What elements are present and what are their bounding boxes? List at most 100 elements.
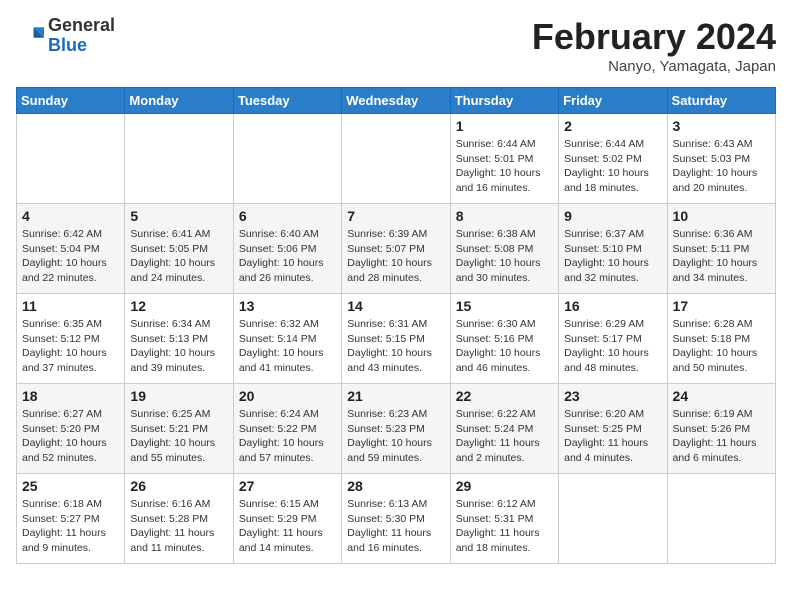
logo-text: General Blue xyxy=(48,16,115,56)
calendar-cell: 21Sunrise: 6:23 AM Sunset: 5:23 PM Dayli… xyxy=(342,384,450,474)
day-number: 6 xyxy=(239,208,336,224)
day-number: 26 xyxy=(130,478,227,494)
day-info: Sunrise: 6:42 AM Sunset: 5:04 PM Dayligh… xyxy=(22,227,119,286)
weekday-header-monday: Monday xyxy=(125,88,233,114)
day-info: Sunrise: 6:34 AM Sunset: 5:13 PM Dayligh… xyxy=(130,317,227,376)
calendar-cell: 5 Sunrise: 6:41 AM Sunset: 5:05 PM Daylig… xyxy=(125,204,233,294)
day-number: 5 xyxy=(130,208,227,224)
day-number: 11 xyxy=(22,298,119,314)
calendar-cell: 9 Sunrise: 6:37 AM Sunset: 5:10 PM Daylig… xyxy=(559,204,667,294)
day-number: 23 xyxy=(564,388,661,404)
day-info: Sunrise: 6:39 AM Sunset: 5:07 PM Dayligh… xyxy=(347,227,444,286)
logo: General Blue xyxy=(16,16,115,56)
day-info: Sunrise: 6:41 AM Sunset: 5:05 PM Dayligh… xyxy=(130,227,227,286)
calendar-week-3: 18Sunrise: 6:27 AM Sunset: 5:20 PM Dayli… xyxy=(17,384,776,474)
day-info: Sunrise: 6:37 AM Sunset: 5:10 PM Dayligh… xyxy=(564,227,661,286)
day-info: Sunrise: 6:22 AM Sunset: 5:24 PM Dayligh… xyxy=(456,407,553,466)
day-number: 8 xyxy=(456,208,553,224)
month-title: February 2024 xyxy=(532,16,776,58)
day-info: Sunrise: 6:28 AM Sunset: 5:18 PM Dayligh… xyxy=(673,317,770,376)
day-info: Sunrise: 6:20 AM Sunset: 5:25 PM Dayligh… xyxy=(564,407,661,466)
weekday-header-thursday: Thursday xyxy=(450,88,558,114)
day-info: Sunrise: 6:38 AM Sunset: 5:08 PM Dayligh… xyxy=(456,227,553,286)
calendar-week-2: 11 Sunrise: 6:35 AM Sunset: 5:12 PM Dayli… xyxy=(17,294,776,384)
calendar-cell xyxy=(559,474,667,564)
calendar-cell xyxy=(342,114,450,204)
calendar-cell: 3Sunrise: 6:43 AM Sunset: 5:03 PM Daylig… xyxy=(667,114,775,204)
day-number: 15 xyxy=(456,298,553,314)
day-number: 12 xyxy=(130,298,227,314)
calendar-cell: 20 Sunrise: 6:24 AM Sunset: 5:22 PM Dayli… xyxy=(233,384,341,474)
weekday-header-friday: Friday xyxy=(559,88,667,114)
day-info: Sunrise: 6:18 AM Sunset: 5:27 PM Dayligh… xyxy=(22,497,119,556)
day-info: Sunrise: 6:43 AM Sunset: 5:03 PM Dayligh… xyxy=(673,137,770,196)
day-info: Sunrise: 6:31 AM Sunset: 5:15 PM Dayligh… xyxy=(347,317,444,376)
calendar-cell: 8 Sunrise: 6:38 AM Sunset: 5:08 PM Daylig… xyxy=(450,204,558,294)
page-header: General Blue February 2024 Nanyo, Yamaga… xyxy=(16,16,776,75)
day-number: 13 xyxy=(239,298,336,314)
day-number: 7 xyxy=(347,208,444,224)
day-number: 16 xyxy=(564,298,661,314)
day-info: Sunrise: 6:30 AM Sunset: 5:16 PM Dayligh… xyxy=(456,317,553,376)
calendar-cell: 16 Sunrise: 6:29 AM Sunset: 5:17 PM Dayli… xyxy=(559,294,667,384)
day-number: 25 xyxy=(22,478,119,494)
calendar-cell: 22 Sunrise: 6:22 AM Sunset: 5:24 PM Dayli… xyxy=(450,384,558,474)
day-info: Sunrise: 6:25 AM Sunset: 5:21 PM Dayligh… xyxy=(130,407,227,466)
day-info: Sunrise: 6:44 AM Sunset: 5:01 PM Dayligh… xyxy=(456,137,553,196)
calendar-cell: 13Sunrise: 6:32 AM Sunset: 5:14 PM Dayli… xyxy=(233,294,341,384)
weekday-header-row: SundayMondayTuesdayWednesdayThursdayFrid… xyxy=(17,88,776,114)
calendar-cell xyxy=(667,474,775,564)
calendar-week-4: 25 Sunrise: 6:18 AM Sunset: 5:27 PM Dayli… xyxy=(17,474,776,564)
calendar-cell: 24Sunrise: 6:19 AM Sunset: 5:26 PM Dayli… xyxy=(667,384,775,474)
calendar-cell: 15 Sunrise: 6:30 AM Sunset: 5:16 PM Dayli… xyxy=(450,294,558,384)
day-info: Sunrise: 6:16 AM Sunset: 5:28 PM Dayligh… xyxy=(130,497,227,556)
calendar-cell: 11 Sunrise: 6:35 AM Sunset: 5:12 PM Dayli… xyxy=(17,294,125,384)
day-number: 24 xyxy=(673,388,770,404)
day-number: 9 xyxy=(564,208,661,224)
weekday-header-saturday: Saturday xyxy=(667,88,775,114)
calendar-cell: 25 Sunrise: 6:18 AM Sunset: 5:27 PM Dayli… xyxy=(17,474,125,564)
logo-general: General xyxy=(48,15,115,35)
location-subtitle: Nanyo, Yamagata, Japan xyxy=(532,58,776,75)
logo-icon xyxy=(16,22,44,50)
weekday-header-wednesday: Wednesday xyxy=(342,88,450,114)
calendar-cell: 29 Sunrise: 6:12 AM Sunset: 5:31 PM Dayli… xyxy=(450,474,558,564)
day-info: Sunrise: 6:13 AM Sunset: 5:30 PM Dayligh… xyxy=(347,497,444,556)
day-number: 1 xyxy=(456,118,553,134)
calendar-cell: 2 Sunrise: 6:44 AM Sunset: 5:02 PM Daylig… xyxy=(559,114,667,204)
day-info: Sunrise: 6:15 AM Sunset: 5:29 PM Dayligh… xyxy=(239,497,336,556)
day-info: Sunrise: 6:27 AM Sunset: 5:20 PM Dayligh… xyxy=(22,407,119,466)
calendar-cell: 28 Sunrise: 6:13 AM Sunset: 5:30 PM Dayli… xyxy=(342,474,450,564)
calendar-cell: 26 Sunrise: 6:16 AM Sunset: 5:28 PM Dayli… xyxy=(125,474,233,564)
day-number: 27 xyxy=(239,478,336,494)
calendar-cell xyxy=(233,114,341,204)
calendar-cell: 17 Sunrise: 6:28 AM Sunset: 5:18 PM Dayli… xyxy=(667,294,775,384)
day-number: 10 xyxy=(673,208,770,224)
day-number: 4 xyxy=(22,208,119,224)
day-info: Sunrise: 6:23 AM Sunset: 5:23 PM Dayligh… xyxy=(347,407,444,466)
weekday-header-sunday: Sunday xyxy=(17,88,125,114)
day-info: Sunrise: 6:44 AM Sunset: 5:02 PM Dayligh… xyxy=(564,137,661,196)
calendar-cell: 6Sunrise: 6:40 AM Sunset: 5:06 PM Daylig… xyxy=(233,204,341,294)
day-info: Sunrise: 6:29 AM Sunset: 5:17 PM Dayligh… xyxy=(564,317,661,376)
day-number: 28 xyxy=(347,478,444,494)
title-block: February 2024 Nanyo, Yamagata, Japan xyxy=(532,16,776,75)
calendar-table: SundayMondayTuesdayWednesdayThursdayFrid… xyxy=(16,87,776,564)
calendar-cell: 19Sunrise: 6:25 AM Sunset: 5:21 PM Dayli… xyxy=(125,384,233,474)
calendar-cell: 18Sunrise: 6:27 AM Sunset: 5:20 PM Dayli… xyxy=(17,384,125,474)
day-number: 29 xyxy=(456,478,553,494)
day-number: 20 xyxy=(239,388,336,404)
logo-blue: Blue xyxy=(48,35,87,55)
weekday-header-tuesday: Tuesday xyxy=(233,88,341,114)
calendar-cell: 14 Sunrise: 6:31 AM Sunset: 5:15 PM Dayli… xyxy=(342,294,450,384)
calendar-week-0: 1 Sunrise: 6:44 AM Sunset: 5:01 PM Daylig… xyxy=(17,114,776,204)
day-number: 17 xyxy=(673,298,770,314)
calendar-cell: 1 Sunrise: 6:44 AM Sunset: 5:01 PM Daylig… xyxy=(450,114,558,204)
calendar-cell: 27 Sunrise: 6:15 AM Sunset: 5:29 PM Dayli… xyxy=(233,474,341,564)
day-info: Sunrise: 6:35 AM Sunset: 5:12 PM Dayligh… xyxy=(22,317,119,376)
day-number: 14 xyxy=(347,298,444,314)
day-number: 22 xyxy=(456,388,553,404)
day-number: 2 xyxy=(564,118,661,134)
day-info: Sunrise: 6:24 AM Sunset: 5:22 PM Dayligh… xyxy=(239,407,336,466)
day-info: Sunrise: 6:12 AM Sunset: 5:31 PM Dayligh… xyxy=(456,497,553,556)
